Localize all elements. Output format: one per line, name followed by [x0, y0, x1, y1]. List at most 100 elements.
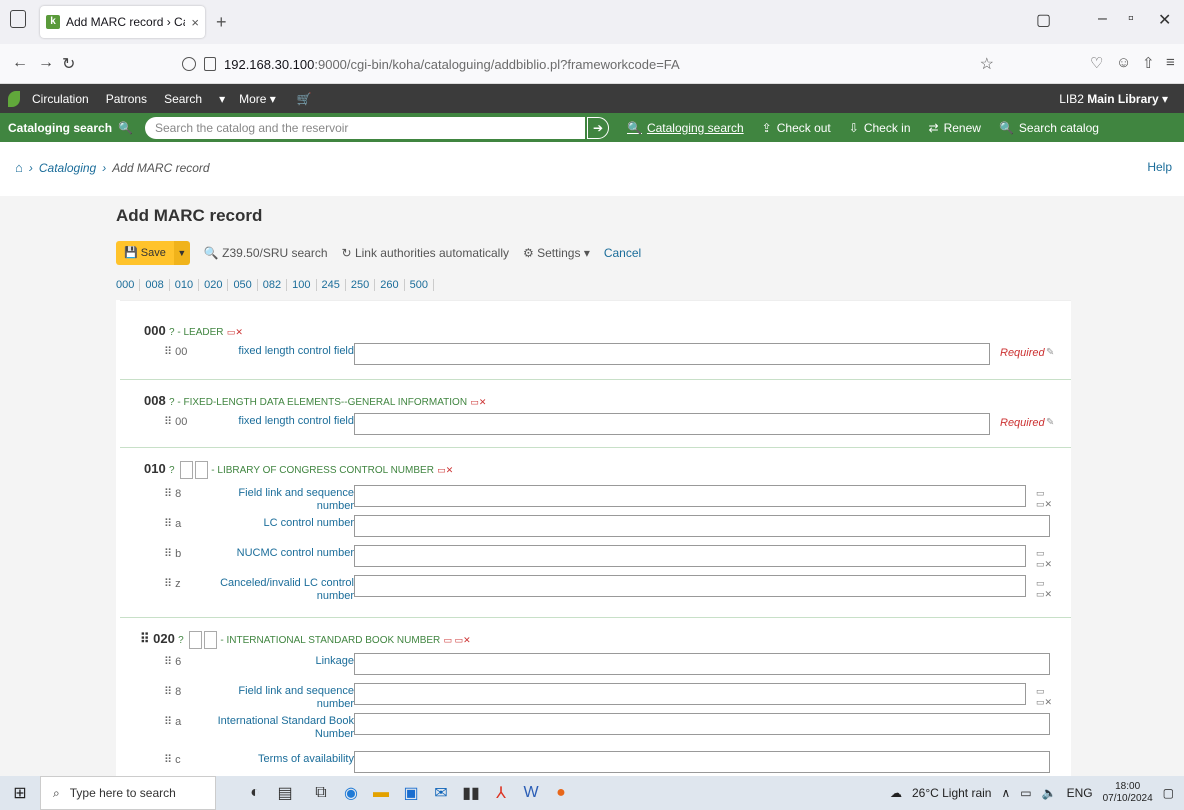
tracking-shield-icon[interactable] [182, 57, 196, 71]
restore-tabs-icon[interactable]: ▢ [1036, 10, 1051, 30]
tag-nav-link[interactable]: 000 [116, 279, 141, 291]
subfield-input[interactable] [354, 343, 990, 365]
taskbar-search-box[interactable]: ⌕ Type here to search [40, 776, 216, 810]
delete-tag-icon[interactable]: ▭✕ [437, 465, 453, 475]
z3950-search-button[interactable]: 🔍 Z39.50/SRU search [204, 246, 328, 260]
acrobat-icon[interactable]: ⅄ [486, 783, 516, 803]
nav-more[interactable]: More ▾ [239, 92, 276, 106]
tag-nav-link[interactable]: 010 [170, 279, 200, 291]
tab-close-icon[interactable]: × [191, 15, 199, 30]
nav-search-caret[interactable]: ▾ [219, 92, 225, 106]
subfield-input[interactable] [354, 485, 1026, 507]
clone-delete-icons[interactable]: ▭ ▭✕ [1036, 488, 1054, 510]
subfield-code[interactable]: ⠿ z [164, 577, 181, 590]
tag-number[interactable]: ⠿ 020 [140, 631, 175, 646]
tag-name[interactable]: - INTERNATIONAL STANDARD BOOK NUMBER [220, 635, 440, 646]
nav-circulation[interactable]: Circulation [32, 92, 89, 106]
minimize-icon[interactable]: – [1098, 10, 1107, 28]
tag-nav-link[interactable]: 008 [140, 279, 170, 291]
notes-icon[interactable]: ▤ [270, 783, 300, 803]
settings-dropdown[interactable]: ⚙ Settings ▾ [523, 246, 590, 260]
media-icon[interactable]: ▮▮ [456, 783, 486, 803]
nav-search[interactable]: Search [164, 92, 202, 106]
edge-icon[interactable]: ◉ [336, 783, 366, 803]
edit-icon[interactable]: ✎ [1046, 417, 1054, 428]
tag-nav-link[interactable]: 100 [287, 279, 317, 291]
subfield-code[interactable]: ⠿ 8 [164, 685, 181, 698]
indicator-1-input[interactable] [179, 461, 193, 479]
breadcrumb-cataloging[interactable]: Cataloging [39, 161, 96, 175]
tag-nav-link[interactable]: 082 [258, 279, 288, 291]
indicator-2-input[interactable] [204, 631, 218, 649]
koha-logo-icon[interactable] [8, 90, 20, 107]
weather-text[interactable]: 26°C Light rain [912, 786, 992, 800]
maximize-icon[interactable]: ▫ [1128, 10, 1134, 28]
save-dropdown-caret[interactable]: ▼ [173, 241, 190, 265]
bookmark-star-icon[interactable]: ☆ [980, 54, 994, 74]
link-renew[interactable]: ⇄ Renew [929, 121, 981, 135]
tag-nav-link[interactable]: 050 [228, 279, 258, 291]
subfield-input[interactable] [354, 713, 1050, 735]
subfield-input[interactable] [354, 575, 1026, 597]
firefox-icon[interactable]: ● [546, 784, 576, 802]
subfield-code[interactable]: ⠿ a [164, 517, 181, 530]
new-tab-button[interactable]: + [216, 12, 227, 33]
back-icon[interactable]: ← [12, 54, 28, 72]
subfield-input[interactable] [354, 683, 1026, 705]
mail-icon[interactable]: ✉ [426, 783, 456, 803]
subfield-code[interactable]: ⠿ 00 [164, 415, 187, 428]
cart-icon[interactable]: 🛒 [297, 92, 312, 106]
close-window-icon[interactable]: ✕ [1158, 10, 1171, 30]
windows-start-icon[interactable]: ⊞ [0, 783, 40, 803]
library-selector[interactable]: LIB2 Main Library ▾ [1059, 92, 1168, 106]
language-indicator[interactable]: ENG [1067, 786, 1093, 800]
save-button[interactable]: 💾 Save [116, 241, 174, 265]
browser-tab[interactable]: k Add MARC record › Cataloging × [40, 6, 205, 38]
tag-name[interactable]: ? - LEADER [169, 327, 223, 338]
link-cataloging-search[interactable]: 🔍 Cataloging search [627, 121, 744, 135]
link-search-catalog[interactable]: 🔍 Search catalog [999, 121, 1099, 135]
tag-name[interactable]: - LIBRARY OF CONGRESS CONTROL NUMBER [211, 465, 434, 476]
delete-tag-icon[interactable]: ▭✕ [470, 397, 486, 407]
link-check-in[interactable]: ⇩ Check in [849, 121, 911, 135]
forward-icon[interactable]: → [38, 54, 54, 72]
account-icon[interactable]: ☺ [1116, 54, 1131, 71]
cataloging-search-dropdown[interactable]: Cataloging search 🔍 [0, 121, 141, 135]
clone-delete-tag-icons[interactable]: ▭ ▭✕ [444, 635, 471, 645]
subfield-input[interactable] [354, 413, 990, 435]
task-view-icon[interactable]: ⧉ [306, 784, 336, 802]
help-link[interactable]: Help [1147, 160, 1172, 174]
tag-nav-link[interactable]: 245 [317, 279, 346, 291]
nav-patrons[interactable]: Patrons [106, 92, 147, 106]
widgets-icon[interactable]: ◐ [240, 784, 270, 802]
clone-delete-icons[interactable]: ▭ ▭✕ [1036, 578, 1054, 600]
edit-icon[interactable]: ✎ [1046, 347, 1054, 358]
tag-nav-link[interactable]: 500 [405, 279, 434, 291]
notifications-icon[interactable]: ▢ [1163, 786, 1174, 800]
delete-tag-icon[interactable]: ▭✕ [227, 327, 243, 337]
menu-icon[interactable]: ≡ [1166, 54, 1175, 71]
indicator-1-input[interactable] [189, 631, 203, 649]
subfield-input[interactable] [354, 545, 1026, 567]
catalog-search-input[interactable]: Search the catalog and the reservoir [144, 116, 585, 139]
tag-nav-link[interactable]: 250 [346, 279, 376, 291]
home-icon[interactable]: ⌂ [15, 160, 23, 175]
subfield-code[interactable]: ⠿ b [164, 547, 181, 560]
network-icon[interactable]: ▭ [1020, 786, 1031, 800]
pocket-icon[interactable]: ♡ [1090, 54, 1103, 72]
subfield-code[interactable]: ⠿ 6 [164, 655, 181, 668]
clone-delete-icons[interactable]: ▭ ▭✕ [1036, 686, 1054, 708]
store-icon[interactable]: ▣ [396, 783, 426, 803]
subfield-input[interactable] [354, 653, 1050, 675]
subfield-input[interactable] [354, 515, 1050, 537]
search-submit-button[interactable]: ➔ [586, 116, 609, 139]
tab-list-icon[interactable] [10, 10, 26, 28]
extensions-icon[interactable]: ⇧ [1142, 54, 1155, 72]
file-explorer-icon[interactable]: ▬ [366, 784, 396, 802]
subfield-code[interactable]: ⠿ 00 [164, 345, 187, 358]
weather-icon[interactable]: ☁ [890, 786, 902, 800]
tag-help-link[interactable]: ? [169, 465, 175, 476]
clone-delete-icons[interactable]: ▭ ▭✕ [1036, 548, 1054, 570]
link-check-out[interactable]: ⇪ Check out [762, 121, 831, 135]
tag-nav-link[interactable]: 020 [199, 279, 229, 291]
